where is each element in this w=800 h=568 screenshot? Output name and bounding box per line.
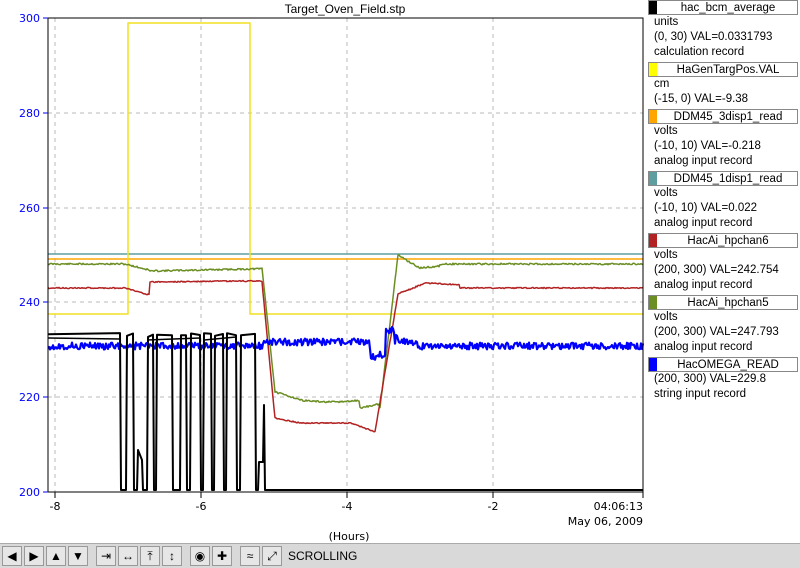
zoom-in-y-icon: ⤒ — [147, 549, 153, 563]
pv-name-text: hac_bcm_average — [680, 2, 776, 14]
zoom-out-y-icon: ↕ — [169, 549, 175, 563]
pv-name-label[interactable]: DDM45_3disp1_read — [648, 109, 798, 124]
y-tick-label: 220 — [19, 391, 40, 404]
pv-legend-item[interactable]: DDM45_1disp1_readvolts (-10, 10) VAL=0.02… — [648, 171, 800, 231]
zoom-in-x-icon: ⇥ — [100, 549, 112, 563]
pv-legend: hac_bcm_average units (0, 30) VAL=0.033179… — [648, 0, 800, 400]
pv-name-text: DDM45_1disp1_read — [673, 173, 783, 185]
y-tick-label: 200 — [19, 486, 40, 499]
scroll-right-button[interactable]: ▶ — [24, 546, 44, 566]
zoom-out-x-button[interactable]: ↔ — [118, 546, 138, 566]
zoom-in-x-button[interactable]: ⇥ — [96, 546, 116, 566]
scroll-mode-icon: ≈ — [246, 549, 254, 563]
y-tick-label: 280 — [19, 107, 40, 120]
pv-color-swatch — [649, 63, 657, 76]
pv-color-swatch — [649, 296, 657, 309]
pv-info-line: string input record — [654, 388, 747, 400]
pv-name-label[interactable]: HaGenTargPos.VAL — [648, 62, 798, 77]
pv-name-label[interactable]: HacAi_hpchan5 — [648, 295, 798, 310]
zoom-out-y-button[interactable]: ↕ — [162, 546, 182, 566]
pv-info-line: analog input record — [654, 279, 753, 291]
pv-info-line: analog input record — [654, 341, 753, 353]
scroll-right-icon: ▶ — [29, 549, 39, 563]
scroll-mode-button[interactable]: ≈ — [240, 546, 260, 566]
x-end-date: May 06, 2009 — [568, 515, 643, 528]
toolbar-separator — [182, 546, 188, 566]
pv-legend-item[interactable]: HacOMEGA_READ (200, 300) VAL=229.8 string … — [648, 357, 800, 402]
scroll-down-button[interactable]: ▼ — [68, 546, 88, 566]
toolbar-separator — [88, 546, 94, 566]
pv-info-line: volts — [654, 249, 678, 261]
pv-color-swatch — [649, 1, 657, 14]
pv-color-swatch — [649, 234, 657, 247]
pv-info-line: (200, 300) VAL=247.793 — [654, 326, 779, 338]
x-tick-label: -8 — [50, 500, 61, 513]
scroll-left-button[interactable]: ◀ — [2, 546, 22, 566]
config-icon: ✚ — [216, 549, 228, 563]
pv-name-text: HacAi_hpchan5 — [687, 297, 769, 309]
pv-info-line: (-10, 10) VAL=0.022 — [654, 202, 758, 214]
pv-name-text: HacOMEGA_READ — [677, 359, 779, 371]
pv-legend-item[interactable]: HacAi_hpchan6volts (200, 300) VAL=242.754… — [648, 233, 800, 293]
toolbar: ◀ ▶ ▲ ▼ ⇥ ↔ ⤒ ↕ ◉ ✚ ≈ ⤢ SCROLLING — [0, 543, 800, 568]
pv-color-swatch — [649, 110, 657, 123]
pv-name-text: HacAi_hpchan6 — [687, 235, 769, 247]
stop-scroll-button[interactable]: ◉ — [190, 546, 210, 566]
pv-info-line: (0, 30) VAL=0.0331793 — [654, 31, 773, 43]
stop-scroll-icon: ◉ — [194, 549, 206, 563]
pv-legend-item[interactable]: hac_bcm_average units (0, 30) VAL=0.033179… — [648, 0, 800, 60]
y-tick-label: 240 — [19, 296, 40, 309]
pv-info-line: units — [654, 16, 679, 28]
pv-info-line: (200, 300) VAL=229.8 — [654, 373, 766, 385]
pv-info-line: (-10, 10) VAL=-0.218 — [654, 140, 761, 152]
x-tick-label: -4 — [342, 500, 353, 513]
pv-info-line: (200, 300) VAL=242.754 — [654, 264, 779, 276]
x-axis-label: (Hours) — [329, 530, 370, 543]
status-label: SCROLLING — [288, 549, 358, 563]
expand-button[interactable]: ⤢ — [262, 546, 282, 566]
pv-legend-item[interactable]: HaGenTargPos.VAL cm (-15, 0) VAL=-9.38 — [648, 62, 800, 107]
scroll-up-button[interactable]: ▲ — [46, 546, 66, 566]
x-tick-label: -6 — [196, 500, 207, 513]
pv-name-label[interactable]: DDM45_1disp1_read — [648, 171, 798, 186]
scroll-up-icon: ▲ — [50, 549, 62, 563]
zoom-in-y-button[interactable]: ⤒ — [140, 546, 160, 566]
pv-info-line: volts — [654, 187, 678, 199]
toolbar-separator — [232, 546, 238, 566]
scroll-down-icon: ▼ — [72, 549, 84, 563]
pv-info-line: analog input record — [654, 155, 753, 167]
pv-name-label[interactable]: hac_bcm_average — [648, 0, 798, 15]
y-tick-label: 260 — [19, 202, 40, 215]
pv-info-line: volts — [654, 125, 678, 137]
expand-icon: ⤢ — [267, 549, 277, 563]
plot-title: Target_Oven_Field.stp — [284, 2, 406, 16]
pv-info-line: analog input record — [654, 217, 753, 229]
config-button[interactable]: ✚ — [212, 546, 232, 566]
pv-legend-item[interactable]: HacAi_hpchan5volts (200, 300) VAL=247.793… — [648, 295, 800, 355]
x-end-time: 04:06:13 — [594, 500, 643, 513]
pv-name-label[interactable]: HacOMEGA_READ — [648, 357, 798, 372]
pv-color-swatch — [649, 172, 657, 185]
zoom-out-x-icon: ↔ — [122, 549, 134, 563]
scroll-left-icon: ◀ — [7, 549, 17, 563]
pv-name-text: HaGenTargPos.VAL — [676, 64, 780, 76]
pv-legend-item[interactable]: DDM45_3disp1_readvolts (-10, 10) VAL=-0.2… — [648, 109, 800, 169]
pv-info-line: volts — [654, 311, 678, 323]
toolbar-buttons: ◀ ▶ ▲ ▼ ⇥ ↔ ⤒ ↕ ◉ ✚ ≈ ⤢ — [0, 546, 282, 566]
pv-name-label[interactable]: HacAi_hpchan6 — [648, 233, 798, 248]
pv-color-swatch — [649, 358, 657, 371]
pv-info-line: cm — [654, 78, 670, 90]
pv-info-line: (-15, 0) VAL=-9.38 — [654, 93, 749, 105]
x-tick-label: -2 — [488, 500, 499, 513]
pv-info-line: calculation record — [654, 46, 745, 58]
pv-name-text: DDM45_3disp1_read — [673, 111, 783, 123]
